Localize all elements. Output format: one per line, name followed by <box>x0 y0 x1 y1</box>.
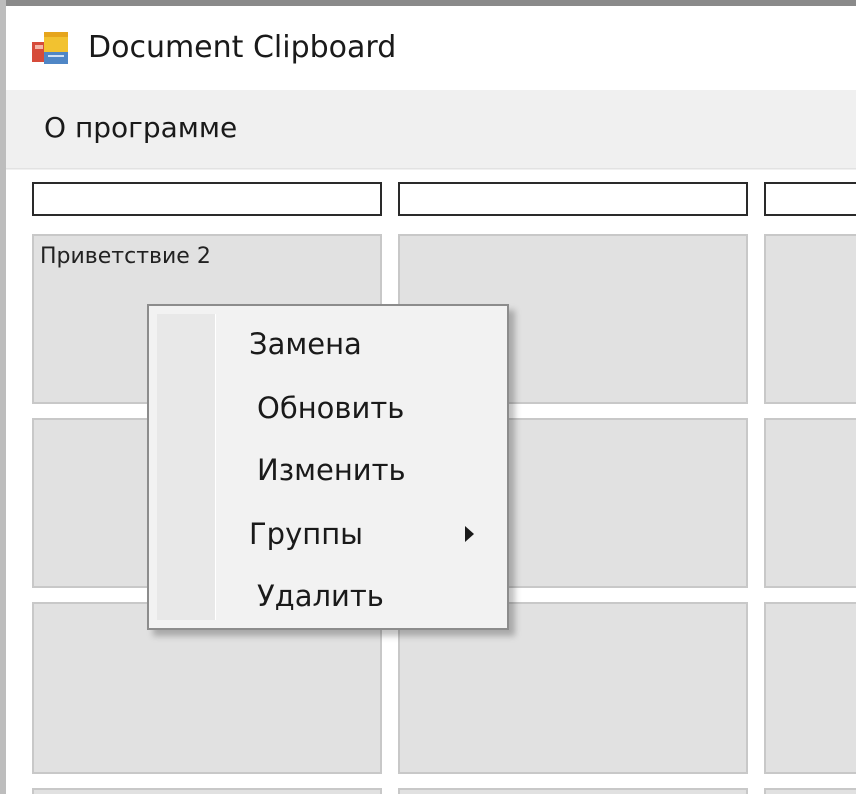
context-item-groups[interactable]: Группы <box>249 504 489 564</box>
context-item-delete[interactable]: Удалить <box>257 566 497 626</box>
app-window: Document Clipboard О программе Приветств… <box>0 0 856 794</box>
column-header-input-3[interactable] <box>764 182 856 216</box>
clipboard-cell[interactable] <box>764 234 856 404</box>
window-title: Document Clipboard <box>88 30 397 65</box>
context-menu: Замена Обновить Изменить Группы Удалить <box>147 304 509 630</box>
menu-bar: О программе <box>6 90 856 169</box>
context-item-refresh[interactable]: Обновить <box>257 378 497 438</box>
clipboard-cell[interactable] <box>398 788 748 794</box>
column-header-input-1[interactable] <box>32 182 382 216</box>
title-bar[interactable]: Document Clipboard <box>6 6 856 90</box>
clipboard-cell[interactable] <box>764 788 856 794</box>
app-clipboard-icon <box>32 32 68 64</box>
clipboard-cell[interactable] <box>764 602 856 774</box>
clipboard-cell[interactable] <box>764 418 856 588</box>
submenu-arrow-icon <box>465 526 474 542</box>
column-header-input-2[interactable] <box>398 182 748 216</box>
context-item-edit[interactable]: Изменить <box>257 440 497 500</box>
clipboard-cell[interactable] <box>32 788 382 794</box>
menu-item-about[interactable]: О программе <box>36 108 245 148</box>
cell-label: Приветствие 2 <box>40 244 211 269</box>
context-item-replace[interactable]: Замена <box>249 314 489 374</box>
